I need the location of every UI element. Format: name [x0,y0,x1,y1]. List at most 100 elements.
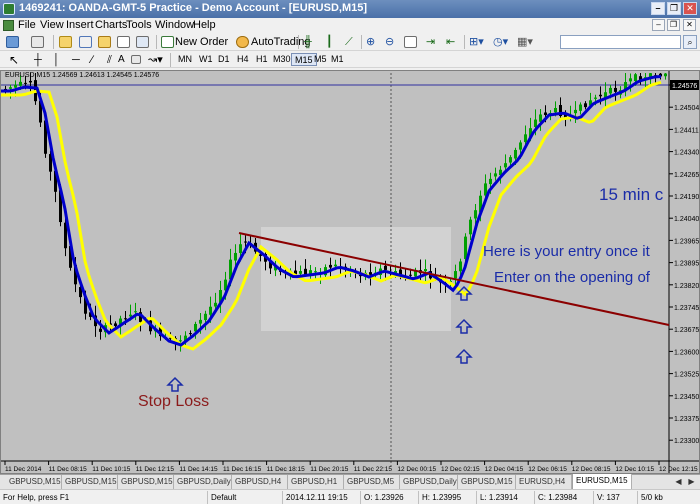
tab-eurusd-h4[interactable]: EURUSD,H4 [516,475,572,489]
indicators-icon[interactable]: ⊞▾ [469,35,484,49]
consolidation-box [261,227,451,331]
period-m30[interactable]: M30 [270,53,294,66]
time-label: 12 Dec 00:15 [397,466,436,473]
chart-restore-button[interactable]: ❐ [667,19,680,31]
tab-scroll-left-icon[interactable]: ◀ [673,476,684,488]
menu-window[interactable]: Window [155,19,194,31]
search-input[interactable] [560,35,681,49]
tab-gbpusd-h1[interactable]: GBPUSD,H1 [288,475,344,489]
period-h4[interactable]: H4 [234,53,252,66]
status-datetime: 2014.12.11 19:15 [282,491,348,504]
mt4-window: 1469241: OANDA-GMT-5 Practice - Demo Acc… [0,0,700,504]
candle-body [14,84,17,88]
candle-body [474,210,477,219]
data-window-icon[interactable] [79,36,92,48]
period-w1[interactable]: W1 [196,53,216,66]
menu-file[interactable]: File [18,19,36,31]
text-icon[interactable]: A [118,53,125,67]
window-title: 1469241: OANDA-GMT-5 Practice - Demo Acc… [19,2,368,14]
menu-view[interactable]: View [40,19,64,31]
period-d1[interactable]: D1 [215,53,233,66]
strategy-tester-icon[interactable] [136,36,149,48]
candle-body [664,73,667,77]
maximize-button[interactable]: ❐ [667,2,681,15]
time-label: 11 Dec 08:15 [49,466,88,473]
chart-minimize-button[interactable]: – [652,19,665,31]
candle-body [599,94,602,97]
chart-close-button[interactable]: ✕ [683,19,696,31]
candle-body [244,241,247,243]
trendline-icon[interactable]: ∕ [91,53,93,67]
candle-body [454,271,457,279]
cursor-icon[interactable]: ↖ [9,53,19,67]
candle-body [409,274,412,276]
line-chart-icon[interactable]: ⟋ [345,35,353,49]
menu-charts[interactable]: Charts [95,19,127,31]
tab-gbpusd-m5[interactable]: GBPUSD,M5 [344,475,400,489]
text-label-icon[interactable] [131,55,141,64]
candle-body [554,107,557,113]
tab-gbpusd-h4[interactable]: GBPUSD,H4 [232,475,288,489]
tile-windows-icon[interactable] [404,36,417,48]
tab-gbpusd-m15[interactable]: GBPUSD,M15 [458,475,516,489]
new-order-icon[interactable] [161,36,174,48]
tab-gbpusd-m15[interactable]: GBPUSD,M15 [118,475,174,489]
period-h1[interactable]: H1 [253,53,271,66]
terminal-icon[interactable] [117,36,130,48]
profiles-icon[interactable] [31,36,44,48]
candle-body [179,340,182,342]
templates-icon[interactable]: ▦▾ [517,35,533,49]
time-label: 12 Dec 06:15 [528,466,567,473]
zoom-in-icon[interactable]: ⊕ [366,35,375,49]
tab-scroll-right-icon[interactable]: ▶ [686,476,697,488]
chart-shift-icon[interactable]: ⇥ [426,35,435,49]
timeframe-annotation: 15 min c [599,185,664,204]
period-mn[interactable]: MN [175,53,195,66]
tab-gbpusd-m15[interactable]: GBPUSD,M15 [6,475,62,489]
horizontal-line-icon[interactable]: ─ [72,53,80,67]
channel-icon[interactable]: ⫽ [107,53,112,67]
candle-body [424,269,427,272]
tab-eurusd-m15[interactable]: EURUSD,M15 [572,474,632,489]
vertical-line-icon[interactable]: │ [53,53,60,67]
close-button[interactable]: ✕ [683,2,697,15]
tab-gbpusd-daily[interactable]: GBPUSD,Daily [400,475,458,489]
candle-body [544,112,547,115]
tab-gbpusd-daily[interactable]: GBPUSD,Daily [174,475,232,489]
periodicity-icon[interactable]: ◷▾ [493,35,508,49]
candle-body [234,252,237,261]
tab-gbpusd-m15[interactable]: GBPUSD,M15 [62,475,118,489]
standard-toolbar: New Order AutoTrading ╫ ┃ ⟋ ⊕ ⊖ ⇥ ⇤ ⊞▾ ◷… [0,33,700,51]
menu-help[interactable]: Help [193,19,216,31]
new-chart-icon[interactable] [6,36,19,48]
arrows-icon[interactable]: ↝▾ [148,53,163,67]
candle-body [384,265,387,270]
new-order-button[interactable]: New Order [175,35,228,49]
autotrading-icon[interactable] [236,36,249,48]
autotrading-button[interactable]: AutoTrading [251,35,311,49]
zoom-out-icon[interactable]: ⊖ [385,35,394,49]
period-m1[interactable]: M1 [328,53,347,66]
candle-body [239,244,242,253]
chart-tabs: GBPUSD,M15 GBPUSD,M15 GBPUSD,M15 GBPUSD,… [0,474,700,489]
navigator-icon[interactable] [98,36,111,48]
crosshair-icon[interactable]: ┼ [34,53,42,67]
time-label: 12 Dec 08:15 [572,466,611,473]
opening-annotation: Enter on the opening of [494,269,650,286]
menu-tools[interactable]: Tools [126,19,152,31]
status-low: L: 1.23914 [476,491,518,504]
bar-chart-icon[interactable]: ╫ [304,35,312,49]
price-chart[interactable]: 1.24504 1.24411 1.24340 1.24265 1.24190 1.240… [0,70,700,474]
candle-body [509,157,512,163]
status-volume: V: 137 [593,491,620,504]
market-watch-icon[interactable] [59,36,72,48]
search-icon[interactable]: ⌕ [683,35,697,49]
price-label: 1.24504 [674,105,699,112]
autoscroll-icon[interactable]: ⇤ [446,35,455,49]
period-m5[interactable]: M5 [311,53,330,66]
menu-insert[interactable]: Insert [66,19,94,31]
candlestick-icon[interactable]: ┃ [326,35,333,49]
minimize-button[interactable]: – [651,2,665,15]
price-label: 1.24040 [674,216,699,223]
up-arrow-icon [455,318,473,334]
